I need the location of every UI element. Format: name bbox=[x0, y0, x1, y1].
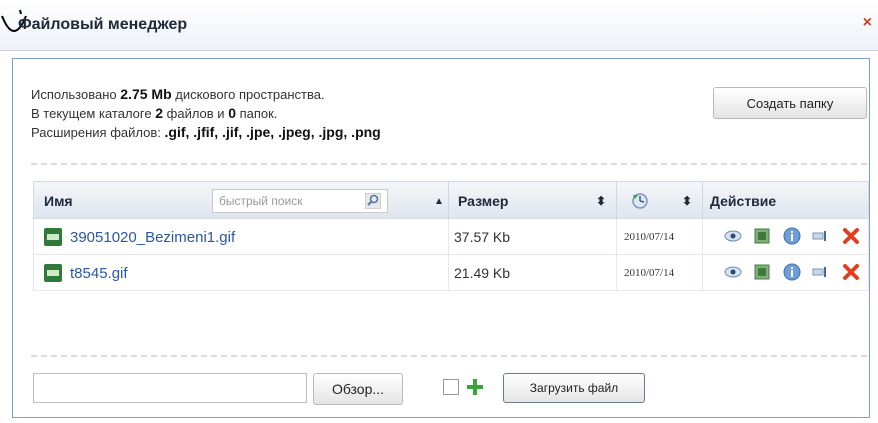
delete-icon[interactable] bbox=[842, 227, 860, 245]
upload-checkbox[interactable] bbox=[443, 379, 459, 395]
table-row[interactable]: 39051020_Bezimeni1.gif 37.57 Kb 2010/07/… bbox=[33, 219, 869, 255]
sort-both-icon[interactable]: ⬍ bbox=[682, 194, 692, 208]
edit-icon[interactable] bbox=[753, 227, 771, 245]
used-space: 2.75 Mb bbox=[120, 86, 172, 102]
file-date: 2010/07/14 bbox=[624, 231, 675, 243]
row-actions bbox=[724, 263, 867, 283]
sort-asc-icon[interactable]: ▲ bbox=[434, 196, 444, 207]
column-size-header[interactable]: Размер bbox=[458, 193, 508, 209]
table-header: Имя быстрый поиск ▲ Размер ⬍ ⬍ Действие bbox=[33, 181, 869, 220]
eye-icon[interactable] bbox=[724, 263, 742, 281]
window-titlebar: Файловый менеджер × bbox=[0, 0, 878, 51]
extensions-list: .gif, .jfif, .jif, .jpe, .jpeg, .jpg, .p… bbox=[164, 124, 381, 140]
plus-icon[interactable] bbox=[465, 377, 485, 397]
files-count: 2 bbox=[155, 105, 164, 121]
rename-icon[interactable] bbox=[812, 263, 830, 281]
delete-icon[interactable] bbox=[842, 263, 860, 281]
info-icon[interactable] bbox=[783, 263, 801, 281]
file-size: 37.57 Kb bbox=[454, 229, 511, 245]
divider bbox=[31, 163, 867, 165]
file-table: Имя быстрый поиск ▲ Размер ⬍ ⬍ Действие … bbox=[33, 181, 869, 291]
edit-icon[interactable] bbox=[753, 263, 771, 281]
column-separator bbox=[616, 182, 617, 220]
column-separator bbox=[616, 255, 617, 291]
file-name-link[interactable]: 39051020_Bezimeni1.gif bbox=[70, 229, 235, 246]
gif-file-icon bbox=[44, 228, 62, 246]
window-title: Файловый менеджер bbox=[18, 16, 188, 33]
column-separator bbox=[702, 182, 703, 220]
column-separator bbox=[448, 255, 449, 291]
magnifier-icon[interactable] bbox=[365, 193, 381, 209]
folders-count: 0 bbox=[228, 105, 236, 121]
column-separator bbox=[616, 219, 617, 255]
gif-file-icon bbox=[44, 264, 62, 282]
row-actions bbox=[724, 227, 867, 247]
usage-line: Использовано 2.75 Mb дискового пространс… bbox=[31, 86, 325, 102]
create-folder-button[interactable]: Создать папку bbox=[713, 87, 867, 119]
rename-icon[interactable] bbox=[812, 227, 830, 245]
column-separator bbox=[702, 255, 703, 291]
column-name-header[interactable]: Имя bbox=[44, 193, 73, 209]
usage-info: Использовано 2.75 Mb дискового пространс… bbox=[31, 85, 381, 142]
file-size: 21.49 Kb bbox=[454, 265, 511, 281]
file-name-link[interactable]: t8545.gif bbox=[70, 265, 128, 282]
extensions-line: Расширения файлов: .gif, .jfif, .jif, .j… bbox=[31, 124, 381, 140]
close-icon[interactable]: × bbox=[863, 14, 872, 32]
browse-button[interactable]: Обзор... bbox=[313, 373, 403, 405]
upload-file-button[interactable]: Загрузить файл bbox=[503, 373, 645, 403]
column-action-header: Действие bbox=[710, 193, 777, 209]
file-date: 2010/07/14 bbox=[624, 267, 675, 279]
count-line: В текущем каталоге 2 файлов и 0 папок. bbox=[31, 105, 278, 121]
file-manager-panel: Использовано 2.75 Mb дискового пространс… bbox=[12, 58, 870, 418]
file-path-input[interactable] bbox=[33, 373, 307, 403]
divider bbox=[31, 355, 867, 357]
quick-search-input[interactable]: быстрый поиск bbox=[212, 189, 388, 213]
column-separator bbox=[448, 182, 449, 220]
table-row[interactable]: t8545.gif 21.49 Kb 2010/07/14 bbox=[33, 255, 869, 291]
eye-icon[interactable] bbox=[724, 227, 742, 245]
sort-both-icon[interactable]: ⬍ bbox=[596, 194, 606, 208]
info-icon[interactable] bbox=[783, 227, 801, 245]
column-separator bbox=[448, 219, 449, 255]
column-separator bbox=[702, 219, 703, 255]
clock-icon[interactable] bbox=[630, 191, 650, 211]
